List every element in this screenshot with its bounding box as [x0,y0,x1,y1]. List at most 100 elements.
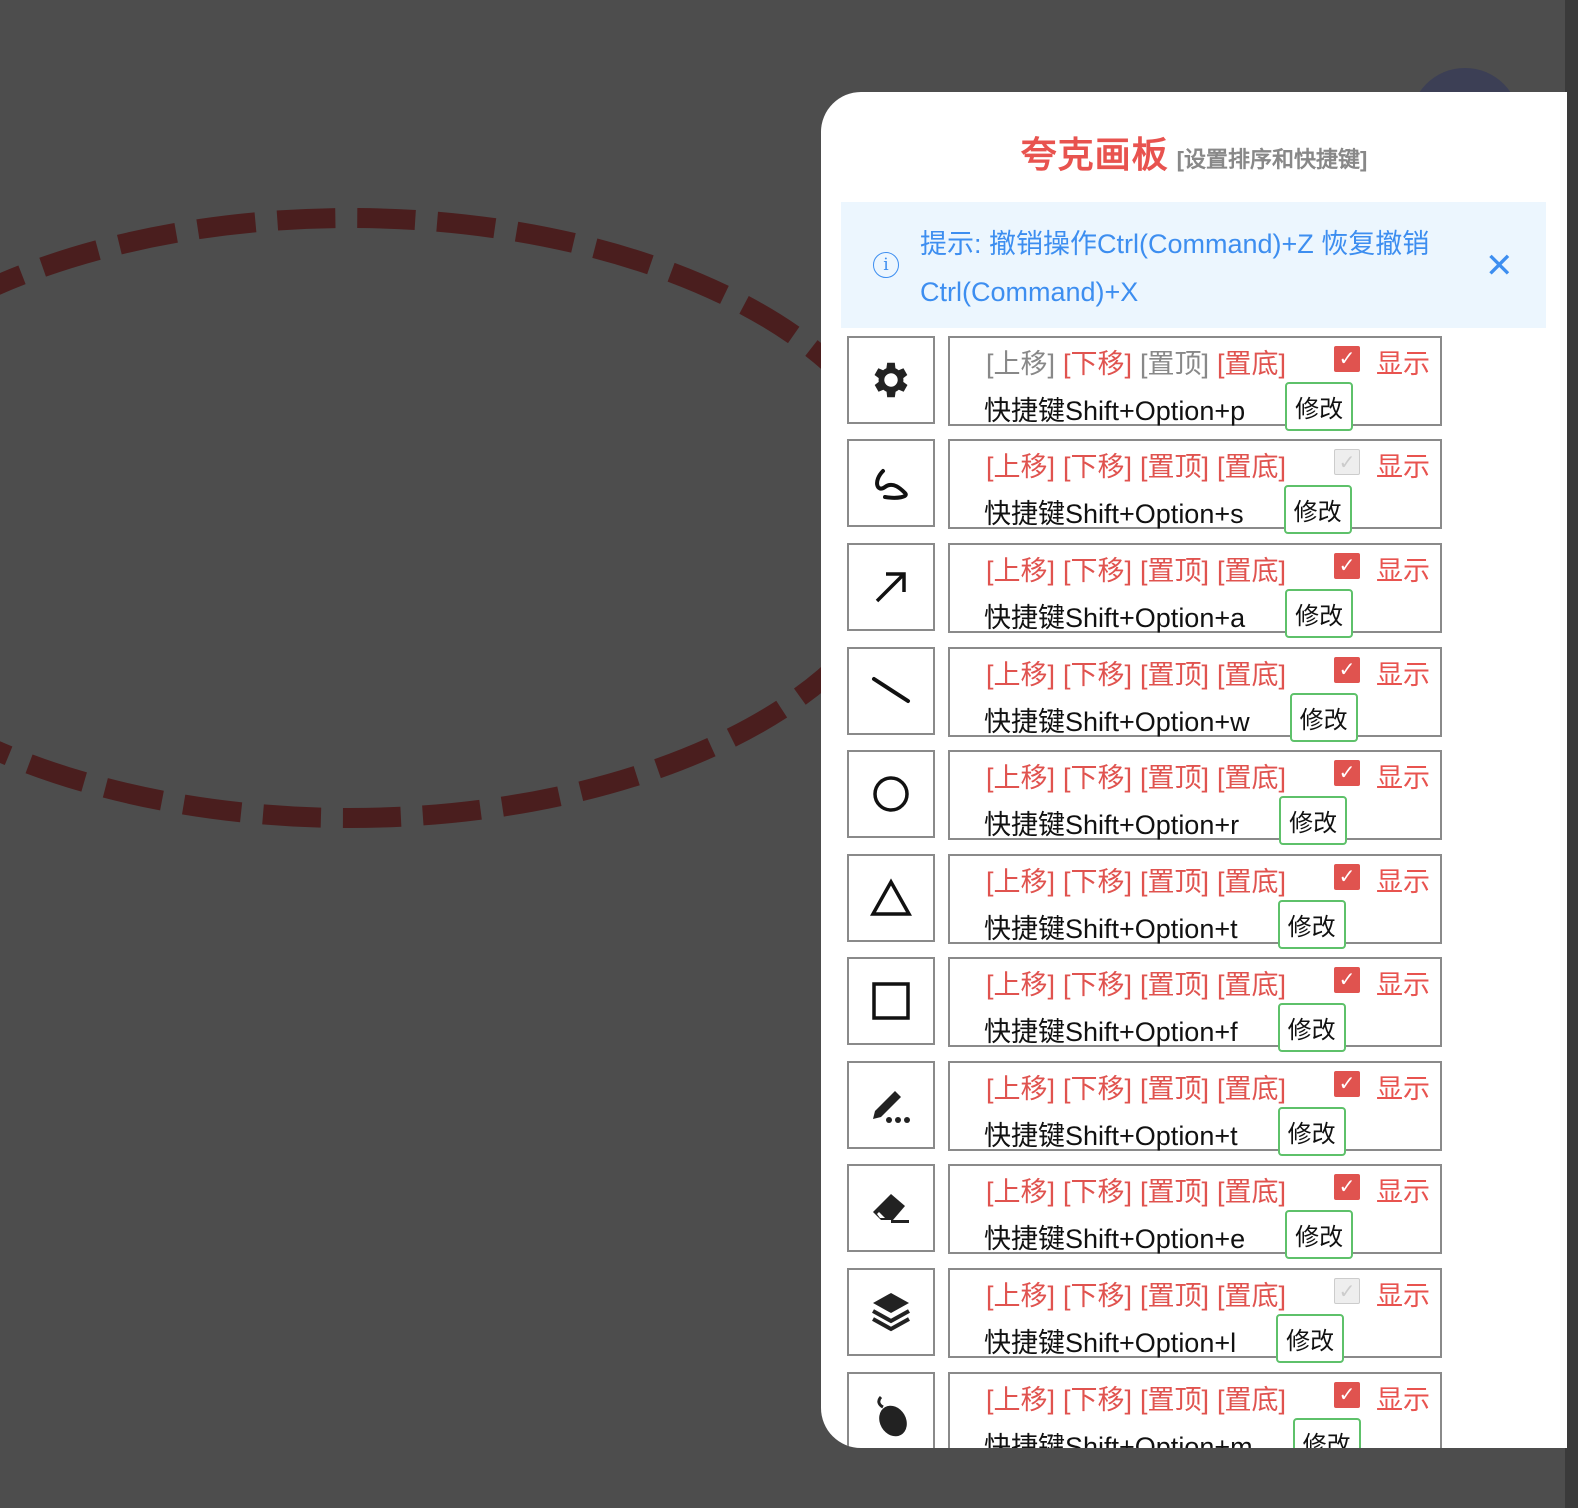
move-up-button[interactable]: [上移] [986,660,1055,690]
move-down-button[interactable]: [下移] [1063,452,1132,482]
triangle-icon [847,854,935,942]
tool-row: [上移] [下移] [置顶] [置底] ✓ 显示 快捷键Shift+Option+s 修… [847,439,1442,534]
move-bottom-button[interactable]: [置底] [1217,970,1286,1000]
tool-row: [上移] [下移] [置顶] [置底] ✓ 显示 快捷键Shift+Option+a 修… [847,543,1442,638]
show-checkbox[interactable]: ✓ [1334,1071,1360,1097]
show-checkbox[interactable]: ✓ [1334,864,1360,890]
move-bottom-button[interactable]: [置底] [1217,1177,1286,1207]
tool-settings: [上移] [下移] [置顶] [置底] ✓ 显示 快捷键Shift+Option+l 修… [948,1268,1442,1363]
modify-shortcut-button[interactable]: 修改 [1277,1107,1346,1156]
show-checkbox[interactable]: ✓ [1334,967,1360,993]
move-down-button[interactable]: [下移] [1063,867,1132,897]
move-bottom-button[interactable]: [置底] [1217,1074,1286,1104]
move-up-button[interactable]: [上移] [986,1385,1055,1415]
move-top-button[interactable]: [置顶] [1140,1385,1209,1415]
show-label: 显示 [1376,556,1430,586]
modify-shortcut-button[interactable]: 修改 [1289,693,1358,742]
move-bottom-button[interactable]: [置底] [1217,349,1286,379]
tool-settings: [上移] [下移] [置顶] [置底] ✓ 显示 快捷键Shift+Option+p 修… [948,336,1442,431]
move-top-button[interactable]: [置顶] [1140,1074,1209,1104]
move-top-button[interactable]: [置顶] [1140,970,1209,1000]
show-label: 显示 [1376,660,1430,690]
show-checkbox[interactable]: ✓ [1334,1382,1360,1408]
panel-title: 夸克画板 [设置排序和快捷键] [821,126,1567,178]
shortcut-text: 快捷键Shift+Option+s [984,499,1244,529]
shortcut-text: 快捷键Shift+Option+m [984,1432,1253,1448]
modify-shortcut-button[interactable]: 修改 [1283,485,1352,534]
show-checkbox[interactable]: ✓ [1334,657,1360,683]
arrow-icon [847,543,935,631]
move-bottom-button[interactable]: [置底] [1217,1281,1286,1311]
tool-settings: [上移] [下移] [置顶] [置底] ✓ 显示 快捷键Shift+Option+m 修… [948,1372,1442,1448]
move-bottom-button[interactable]: [置底] [1217,452,1286,482]
move-down-button[interactable]: [下移] [1063,1385,1132,1415]
modify-shortcut-button[interactable]: 修改 [1277,900,1346,949]
move-down-button[interactable]: [下移] [1063,660,1132,690]
modify-shortcut-button[interactable]: 修改 [1292,1418,1361,1448]
move-up-button[interactable]: [上移] [986,1177,1055,1207]
shortcut-text: 快捷键Shift+Option+p [984,396,1246,426]
modify-shortcut-button[interactable]: 修改 [1279,796,1348,845]
tool-row: [上移] [下移] [置顶] [置底] ✓ 显示 快捷键Shift+Option+r 修… [847,750,1442,845]
move-down-button[interactable]: [下移] [1063,1281,1132,1311]
app-title: 夸克画板 [1020,134,1169,175]
move-up-button[interactable]: [上移] [986,867,1055,897]
tool-settings: [上移] [下移] [置顶] [置底] ✓ 显示 快捷键Shift+Option+f 修… [948,957,1442,1052]
modify-shortcut-button[interactable]: 修改 [1277,1003,1346,1052]
tool-row: [上移] [下移] [置顶] [置底] ✓ 显示 快捷键Shift+Option+m 修… [847,1372,1442,1448]
move-bottom-button[interactable]: [置底] [1217,867,1286,897]
move-up-button[interactable]: [上移] [986,1281,1055,1311]
move-down-button[interactable]: [下移] [1063,1074,1132,1104]
show-label: 显示 [1376,1281,1430,1311]
tool-settings: [上移] [下移] [置顶] [置底] ✓ 显示 快捷键Shift+Option+e 修… [948,1164,1442,1259]
show-checkbox[interactable]: ✓ [1334,760,1360,786]
modify-shortcut-button[interactable]: 修改 [1285,382,1354,431]
tool-settings: [上移] [下移] [置顶] [置底] ✓ 显示 快捷键Shift+Option+s 修… [948,439,1442,534]
move-top-button[interactable]: [置顶] [1140,452,1209,482]
move-up-button[interactable]: [上移] [986,970,1055,1000]
show-label: 显示 [1376,1385,1430,1415]
shortcut-text: 快捷键Shift+Option+t [984,914,1238,944]
move-top-button[interactable]: [置顶] [1140,867,1209,897]
show-label: 显示 [1376,1074,1430,1104]
move-bottom-button[interactable]: [置底] [1217,556,1286,586]
move-top-button[interactable]: [置顶] [1140,660,1209,690]
move-top-button[interactable]: [置顶] [1140,1281,1209,1311]
move-down-button[interactable]: [下移] [1063,556,1132,586]
move-top-button[interactable]: [置顶] [1140,349,1209,379]
move-bottom-button[interactable]: [置底] [1217,763,1286,793]
move-top-button[interactable]: [置顶] [1140,1177,1209,1207]
close-icon[interactable]: ✕ [1485,246,1514,286]
move-down-button[interactable]: [下移] [1063,763,1132,793]
tool-settings: [上移] [下移] [置顶] [置底] ✓ 显示 快捷键Shift+Option+t 修… [948,1061,1442,1156]
move-up-button[interactable]: [上移] [986,763,1055,793]
show-checkbox[interactable]: ✓ [1334,1278,1360,1304]
move-down-button[interactable]: [下移] [1063,970,1132,1000]
modify-shortcut-button[interactable]: 修改 [1285,589,1354,638]
move-down-button[interactable]: [下移] [1063,1177,1132,1207]
shortcut-text: 快捷键Shift+Option+f [984,1017,1238,1047]
tool-row: [上移] [下移] [置顶] [置底] ✓ 显示 快捷键Shift+Option+t 修… [847,1061,1442,1156]
pencil-text-icon [847,1061,935,1149]
modify-shortcut-button[interactable]: 修改 [1276,1314,1345,1363]
show-checkbox[interactable]: ✓ [1334,553,1360,579]
modify-shortcut-button[interactable]: 修改 [1285,1210,1354,1259]
show-label: 显示 [1376,349,1430,379]
move-down-button[interactable]: [下移] [1063,349,1132,379]
move-top-button[interactable]: [置顶] [1140,763,1209,793]
show-checkbox[interactable]: ✓ [1334,1174,1360,1200]
shortcut-text: 快捷键Shift+Option+e [984,1224,1246,1254]
move-up-button[interactable]: [上移] [986,556,1055,586]
show-label: 显示 [1376,452,1430,482]
move-up-button[interactable]: [上移] [986,1074,1055,1104]
shortcut-text: 快捷键Shift+Option+l [984,1328,1237,1358]
move-bottom-button[interactable]: [置底] [1217,1385,1286,1415]
move-bottom-button[interactable]: [置底] [1217,660,1286,690]
show-checkbox[interactable]: ✓ [1334,346,1360,372]
tool-row: [上移] [下移] [置顶] [置底] ✓ 显示 快捷键Shift+Option+w 修… [847,647,1442,742]
move-up-button[interactable]: [上移] [986,452,1055,482]
move-up-button[interactable]: [上移] [986,349,1055,379]
move-top-button[interactable]: [置顶] [1140,556,1209,586]
show-checkbox[interactable]: ✓ [1334,449,1360,475]
tip-text: 提示: 撤销操作Ctrl(Command)+Z 恢复撤销Ctrl(Command… [920,229,1430,307]
